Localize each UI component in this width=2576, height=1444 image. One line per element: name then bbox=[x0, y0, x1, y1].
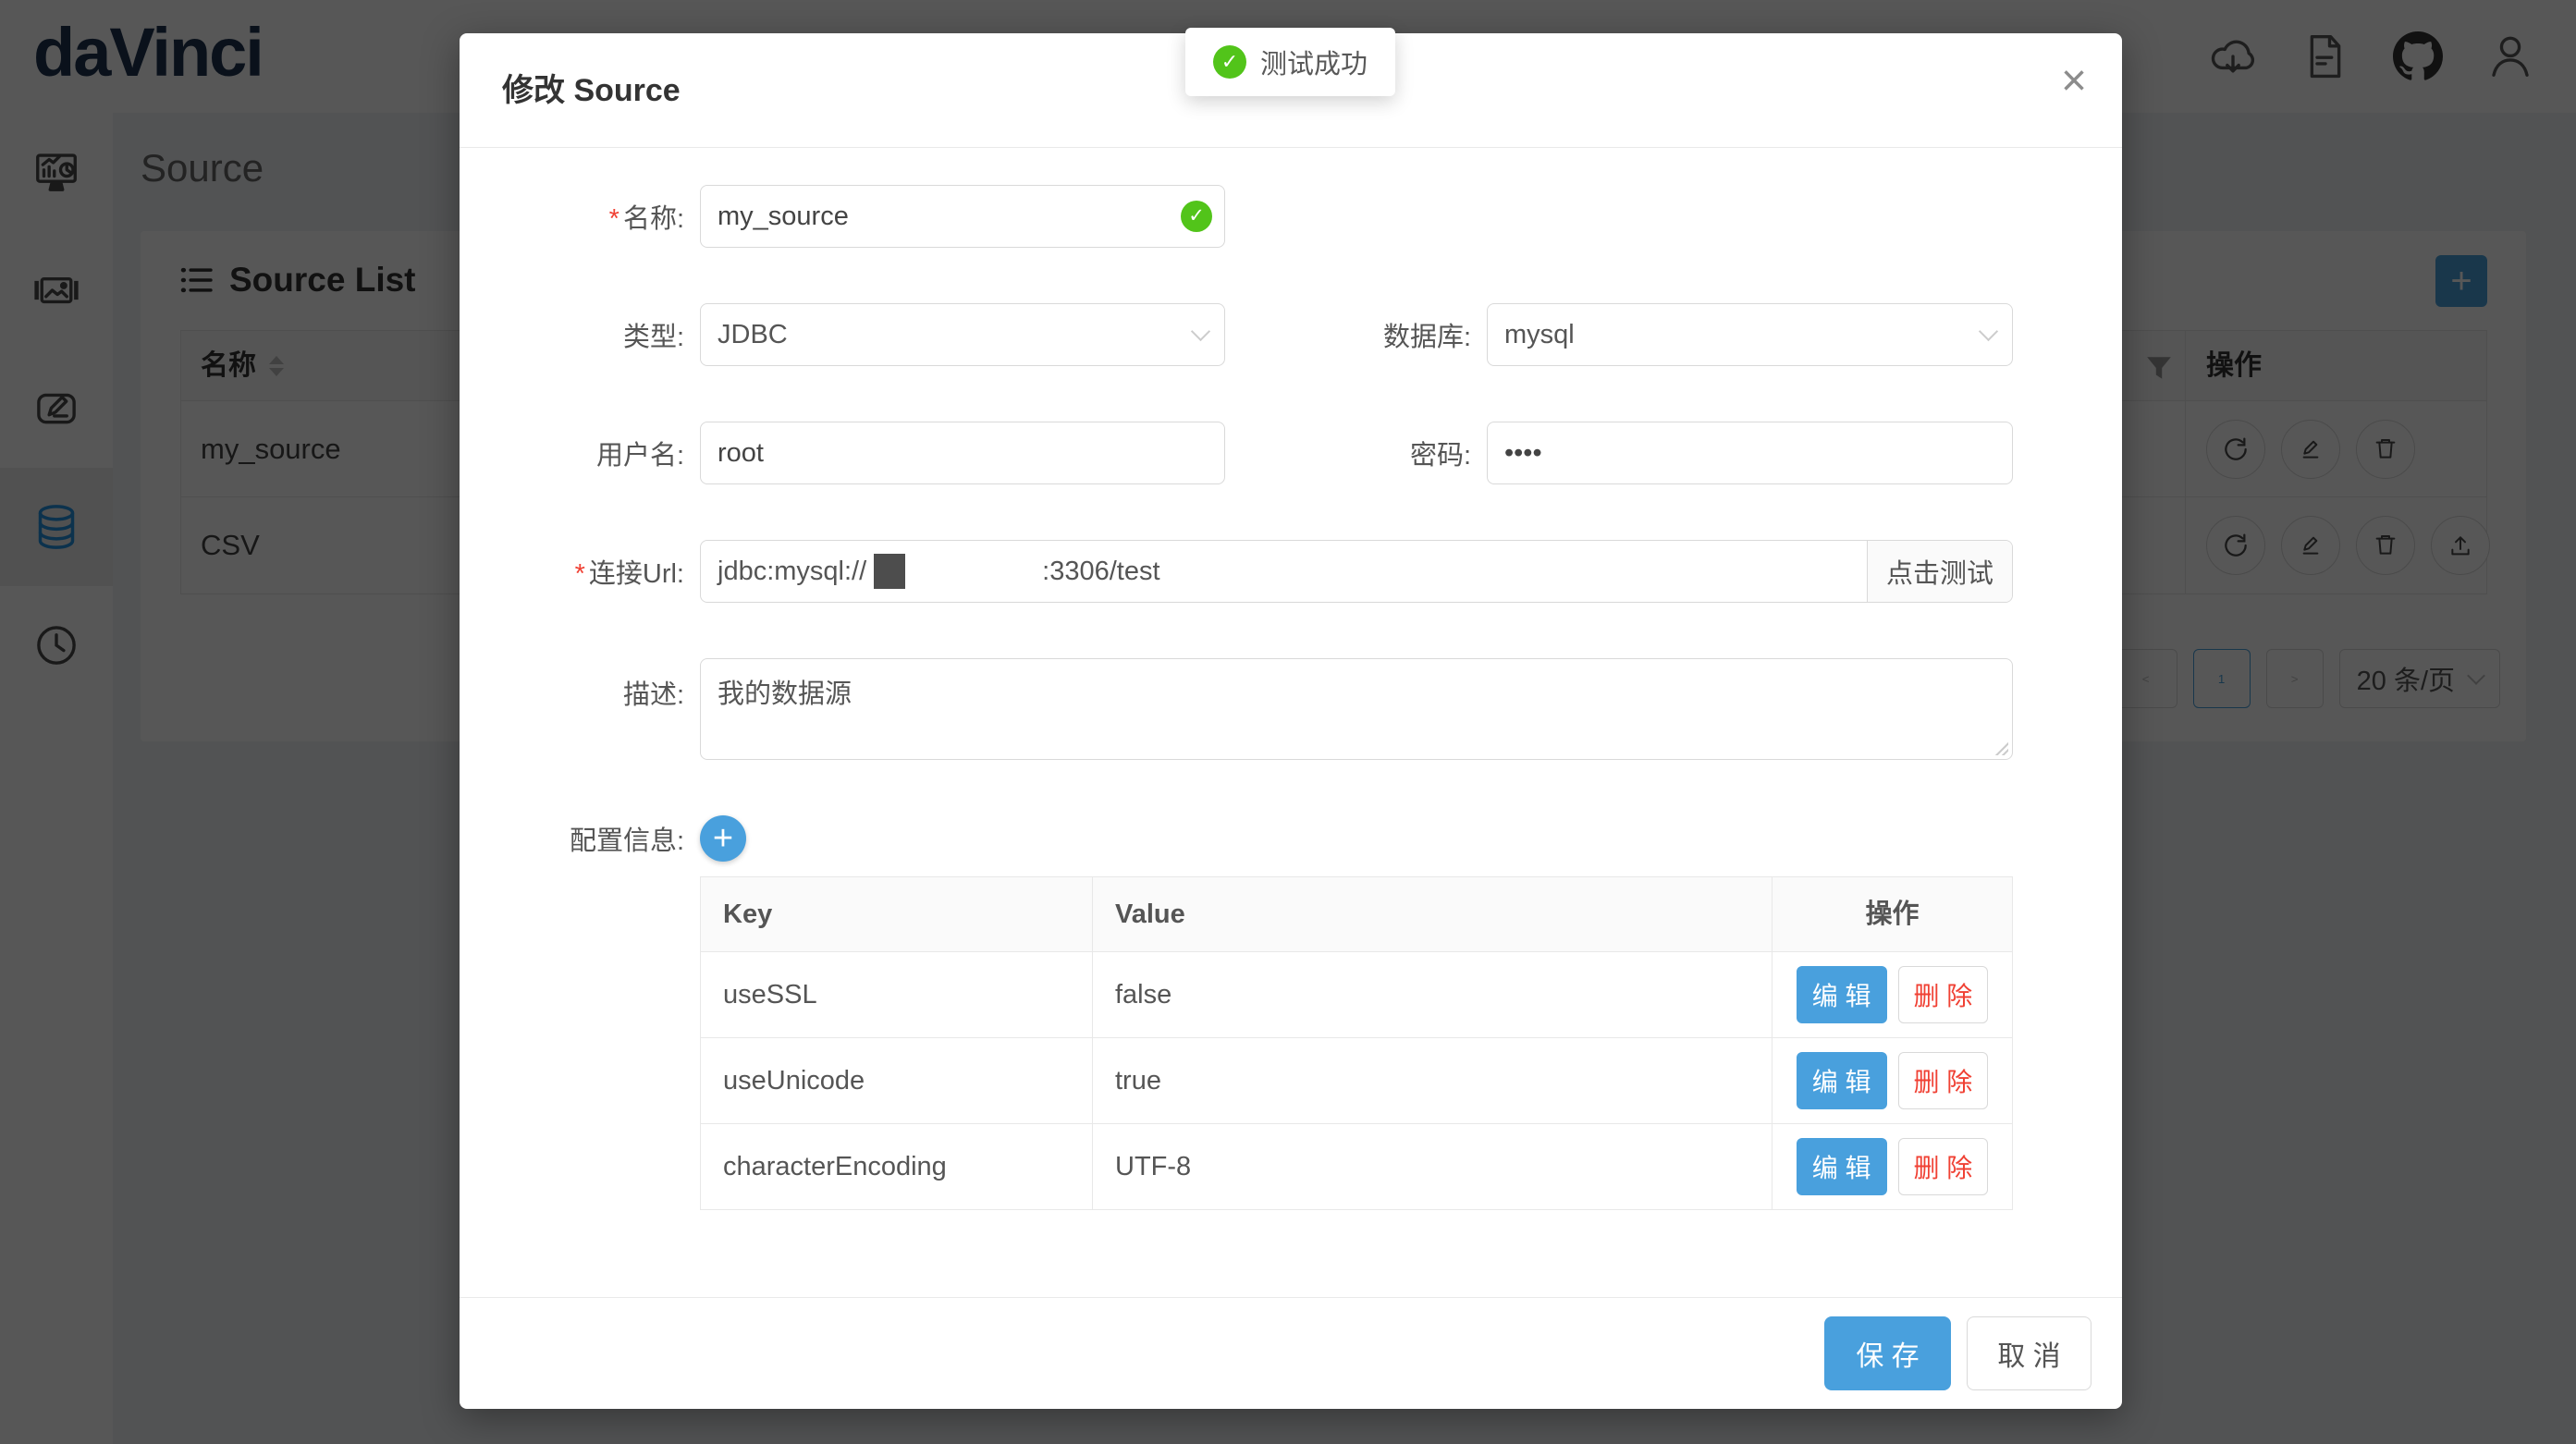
modal-footer: 保 存 取 消 bbox=[460, 1297, 2122, 1409]
config-table: Key Value 操作 useSSL false 编 辑 删 除 useUni… bbox=[700, 876, 2013, 1210]
close-icon[interactable]: × bbox=[2061, 59, 2087, 104]
username-input[interactable] bbox=[700, 422, 1225, 484]
form-row-url: *连接Url: jdbc:mysql:// :3306/test 点击测试 bbox=[493, 540, 2122, 603]
chevron-down-icon bbox=[1191, 322, 1210, 341]
form-row-credentials: 用户名: 密码: bbox=[493, 422, 2122, 484]
config-value: true bbox=[1092, 1038, 1772, 1123]
form-row-name: *名称: ✓ bbox=[493, 185, 2122, 248]
database-label: 数据库: bbox=[1225, 315, 1471, 354]
save-button[interactable]: 保 存 bbox=[1824, 1316, 1951, 1390]
edit-source-modal: 修改 Source × *名称: ✓ 类型: JDBC 数据库: mysql 用… bbox=[460, 33, 2122, 1409]
config-key: useUnicode bbox=[701, 1038, 1092, 1123]
form-row-config: 配置信息: + bbox=[493, 815, 2122, 862]
form-row-description: 描述: 我的数据源 bbox=[493, 658, 2122, 760]
config-value: false bbox=[1092, 952, 1772, 1037]
type-select[interactable]: JDBC bbox=[700, 303, 1225, 366]
config-row-actions: 编 辑 删 除 bbox=[1772, 952, 2012, 1037]
description-value: 我的数据源 bbox=[718, 679, 852, 709]
test-connection-button[interactable]: 点击测试 bbox=[1867, 541, 2012, 602]
config-table-row: characterEncoding UTF-8 编 辑 删 除 bbox=[701, 1124, 2012, 1209]
description-textarea[interactable]: 我的数据源 bbox=[700, 658, 2013, 760]
success-check-icon: ✓ bbox=[1213, 45, 1246, 79]
password-input[interactable] bbox=[1487, 422, 2013, 484]
config-value: UTF-8 bbox=[1092, 1124, 1772, 1209]
config-delete-button[interactable]: 删 除 bbox=[1898, 1138, 1989, 1195]
resize-handle[interactable] bbox=[1993, 740, 2008, 755]
name-input[interactable] bbox=[700, 185, 1225, 248]
database-select[interactable]: mysql bbox=[1487, 303, 2013, 366]
toast-message: 测试成功 bbox=[1260, 43, 1368, 81]
config-key: useSSL bbox=[701, 952, 1092, 1037]
url-redacted-block bbox=[874, 554, 905, 589]
config-edit-button[interactable]: 编 辑 bbox=[1797, 1052, 1887, 1109]
config-table-row: useSSL false 编 辑 删 除 bbox=[701, 952, 2012, 1038]
database-select-value: mysql bbox=[1504, 320, 1575, 350]
config-key-header: Key bbox=[701, 877, 1092, 951]
chevron-down-icon bbox=[1979, 322, 1998, 341]
password-label: 密码: bbox=[1225, 434, 1471, 472]
config-edit-button[interactable]: 编 辑 bbox=[1797, 966, 1887, 1023]
config-label: 配置信息: bbox=[493, 819, 684, 858]
modal-title: 修改 Source bbox=[502, 33, 681, 148]
name-field-wrap: ✓ bbox=[700, 185, 1225, 248]
form-row-type-database: 类型: JDBC 数据库: mysql bbox=[493, 303, 2122, 366]
add-config-button[interactable]: + bbox=[700, 815, 746, 862]
required-asterisk: * bbox=[575, 559, 585, 589]
required-asterisk: * bbox=[609, 204, 619, 234]
name-label: *名称: bbox=[493, 197, 684, 236]
url-field-group: jdbc:mysql:// :3306/test 点击测试 bbox=[700, 540, 2013, 603]
config-ops-header: 操作 bbox=[1772, 877, 2012, 951]
config-table-row: useUnicode true 编 辑 删 除 bbox=[701, 1038, 2012, 1124]
cancel-button[interactable]: 取 消 bbox=[1967, 1316, 2091, 1390]
config-value-header: Value bbox=[1092, 877, 1772, 951]
config-row-actions: 编 辑 删 除 bbox=[1772, 1038, 2012, 1123]
description-label: 描述: bbox=[493, 658, 684, 712]
username-label: 用户名: bbox=[493, 434, 684, 472]
type-select-value: JDBC bbox=[718, 320, 788, 350]
config-key: characterEncoding bbox=[701, 1124, 1092, 1209]
url-label: *连接Url: bbox=[493, 552, 684, 591]
config-edit-button[interactable]: 编 辑 bbox=[1797, 1138, 1887, 1195]
modal-body: *名称: ✓ 类型: JDBC 数据库: mysql 用户名: 密码: bbox=[460, 148, 2122, 1210]
url-suffix: :3306/test bbox=[1042, 557, 1159, 587]
config-delete-button[interactable]: 删 除 bbox=[1898, 966, 1989, 1023]
success-toast: ✓ 测试成功 bbox=[1185, 28, 1395, 96]
config-table-header: Key Value 操作 bbox=[701, 877, 2012, 952]
config-row-actions: 编 辑 删 除 bbox=[1772, 1124, 2012, 1209]
config-delete-button[interactable]: 删 除 bbox=[1898, 1052, 1989, 1109]
type-label: 类型: bbox=[493, 315, 684, 354]
url-input[interactable]: jdbc:mysql:// :3306/test bbox=[701, 541, 1867, 602]
success-check-icon: ✓ bbox=[1181, 201, 1212, 232]
url-prefix: jdbc:mysql:// bbox=[718, 557, 866, 587]
